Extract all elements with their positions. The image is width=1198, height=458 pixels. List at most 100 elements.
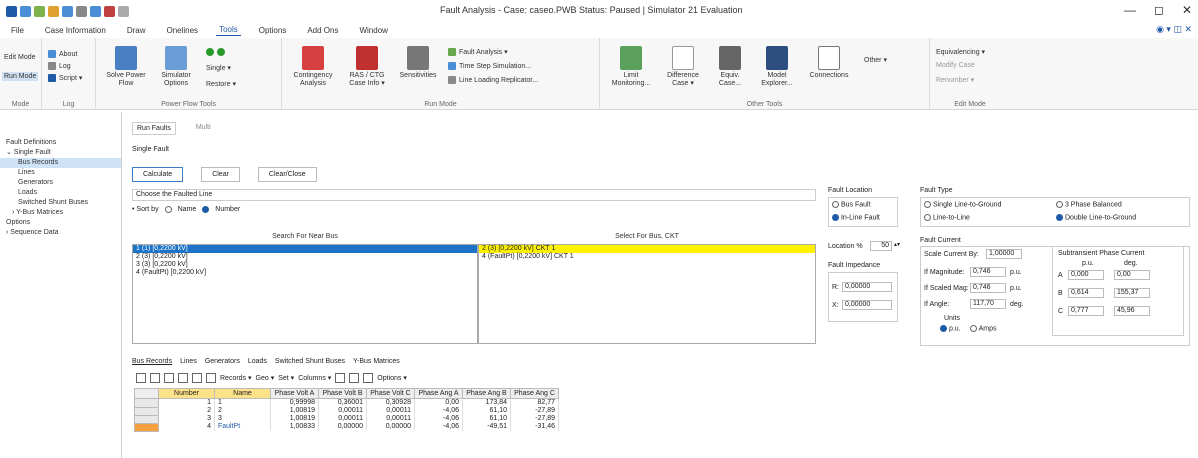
save-icon[interactable] [20, 5, 31, 17]
cell[interactable]: 0,00000 [318, 423, 367, 431]
list-item[interactable]: 4 (FaultPt) [0,2200 kV] [133, 269, 477, 277]
cell-name[interactable]: FaultPt [214, 423, 271, 431]
geo-menu[interactable]: Geo ▾ [256, 374, 275, 382]
dlg-option[interactable]: Double Line-to-Ground [1056, 214, 1136, 221]
list-item[interactable]: 1 (1) [0,2200 kV] [133, 245, 477, 253]
tab-switched-shunt-buses[interactable]: Switched Shunt Buses [275, 358, 345, 365]
find-icon[interactable] [206, 373, 216, 383]
cell[interactable]: -4,06 [414, 407, 463, 415]
tab-add-ons[interactable]: Add Ons [304, 25, 341, 36]
row-header[interactable] [134, 422, 159, 432]
tree-item-options[interactable]: Options [0, 218, 121, 228]
tab-window[interactable]: Window [356, 25, 390, 36]
stop-icon[interactable] [104, 5, 115, 17]
table-row[interactable]: 2 2 1,00819 0,00011 0,00011 -4,06 61,10 … [134, 406, 559, 416]
row-header[interactable] [134, 398, 159, 408]
sort-number-radio[interactable] [202, 206, 210, 213]
contingency-analysis-button[interactable]: Contingency Analysis [288, 46, 338, 88]
cell[interactable]: -31,46 [510, 423, 559, 431]
tree-item-sequence-data[interactable]: › Sequence Data [0, 228, 121, 238]
model-explorer-button[interactable]: Model Explorer... [754, 46, 800, 88]
column-header-phase-ang-a[interactable]: Phase Ang A [414, 388, 463, 399]
ras-ctg-button[interactable]: RAS / CTG Case Info ▾ [342, 46, 392, 88]
slg-option[interactable]: Single Line-to-Ground [924, 201, 1001, 208]
about-button[interactable]: About [48, 50, 77, 58]
tree-item-bus-records[interactable]: Bus Records [0, 158, 121, 168]
row-header[interactable] [134, 406, 159, 416]
fault-analysis-button[interactable]: Fault Analysis ▾ [448, 48, 508, 56]
connections-button[interactable]: Connections [806, 46, 852, 80]
cell[interactable]: -4,06 [414, 423, 463, 431]
export-icon[interactable] [349, 373, 360, 383]
redo-icon[interactable] [76, 5, 87, 17]
column-header-phase-volt-c[interactable]: Phase Volt C [366, 388, 415, 399]
simulator-options-button[interactable]: Simulator Options [154, 46, 198, 88]
location-percent-input[interactable]: 50 [870, 241, 892, 251]
bus-fault-option[interactable]: Bus Fault [832, 201, 871, 208]
list-item[interactable]: 2 (3) [0,2200 kV] [133, 253, 477, 261]
renumber-button[interactable]: Renumber ▾ [936, 76, 974, 84]
cell[interactable]: 173,84 [462, 398, 511, 407]
column-header-phase-volt-a[interactable]: Phase Volt A [270, 388, 319, 399]
tree-item-single-fault[interactable]: ⌄ Single Fault [0, 148, 121, 158]
difference-case-button[interactable]: Difference Case ▾ [660, 46, 706, 88]
tab-file[interactable]: File [8, 25, 27, 36]
scale-current-input[interactable]: 1,00000 [986, 249, 1022, 259]
tab-y-bus-matrices[interactable]: Y-Bus Matrices [353, 358, 400, 365]
r-input[interactable]: 0,00000 [842, 282, 892, 292]
cell[interactable]: -49,51 [462, 423, 511, 431]
calculate-button[interactable]: Calculate [132, 167, 184, 182]
cell[interactable]: 0,00011 [366, 407, 415, 415]
tab-case-information[interactable]: Case Information [42, 25, 109, 36]
solve-power-flow-button[interactable]: Solve Power Flow [104, 46, 148, 88]
tab-loads[interactable]: Loads [248, 358, 267, 365]
tab-draw[interactable]: Draw [124, 25, 149, 36]
sort-name-radio[interactable] [164, 206, 172, 213]
tree-item-switched-shunt-buses[interactable]: Switched Shunt Buses [0, 198, 121, 208]
tab-multi[interactable]: Multi [191, 122, 215, 135]
cell-number[interactable]: 4 [158, 423, 215, 431]
maximize-button[interactable]: ◻ [1154, 3, 1164, 17]
filter-advanced-icon[interactable] [363, 373, 374, 383]
grid-icon[interactable] [136, 373, 146, 383]
cell-name[interactable]: 1 [214, 398, 271, 407]
paste-icon[interactable] [164, 373, 174, 383]
chart-icon[interactable] [335, 373, 346, 383]
cell[interactable]: 1,00819 [270, 415, 319, 423]
sensitivities-button[interactable]: Sensitivities [396, 46, 440, 80]
three-phase-option[interactable]: 3 Phase Balanced [1056, 201, 1122, 208]
list-item[interactable]: 4 (FaultPt) [0,2200 kV] CKT 1 [479, 253, 815, 261]
records-menu[interactable]: Records ▾ [220, 374, 252, 382]
single-step-button[interactable]: Single ▾ [206, 64, 231, 72]
close-button[interactable]: ✕ [1182, 3, 1192, 17]
log-button[interactable]: Log [48, 62, 71, 70]
cell[interactable]: 0,99998 [270, 398, 319, 407]
restore-button[interactable]: Restore ▾ [206, 80, 236, 88]
cell[interactable]: 0,36001 [318, 398, 367, 407]
cell[interactable]: 0,00011 [366, 415, 415, 423]
column-header-number[interactable]: Number [158, 388, 215, 399]
equiv-case-button[interactable]: Equiv. Case... [710, 46, 750, 88]
cell[interactable]: 82,77 [510, 398, 559, 407]
cell-name[interactable]: 3 [214, 415, 271, 423]
tab-onelines[interactable]: Onelines [163, 25, 201, 36]
table-row[interactable]: 1 1 0,99998 0,36001 0,30928 0,00 173,84 … [134, 398, 559, 408]
cell-number[interactable]: 2 [158, 407, 215, 415]
cell[interactable]: 0,00011 [318, 415, 367, 423]
tree-item-loads[interactable]: Loads [0, 188, 121, 198]
tab-options[interactable]: Options [256, 25, 290, 36]
run-mode-button[interactable]: Run Mode [2, 72, 39, 81]
minimize-button[interactable]: — [1124, 3, 1136, 17]
cell[interactable]: 61,10 [462, 407, 511, 415]
clear-close-button[interactable]: Clear/Close [257, 167, 317, 182]
cell[interactable]: 1,00819 [270, 407, 319, 415]
refresh-icon[interactable] [90, 5, 101, 17]
equivalencing-button[interactable]: Equivalencing ▾ [936, 48, 985, 56]
cell[interactable]: -27,89 [510, 407, 559, 415]
print-icon[interactable] [48, 5, 59, 17]
tab-bus-records[interactable]: Bus Records [132, 358, 172, 365]
inline-fault-option[interactable]: In-Line Fault [832, 214, 880, 221]
units-pu-option[interactable]: p.u. [940, 325, 961, 332]
cell[interactable]: -4,06 [414, 415, 463, 423]
script-button[interactable]: Script ▾ [48, 74, 82, 82]
